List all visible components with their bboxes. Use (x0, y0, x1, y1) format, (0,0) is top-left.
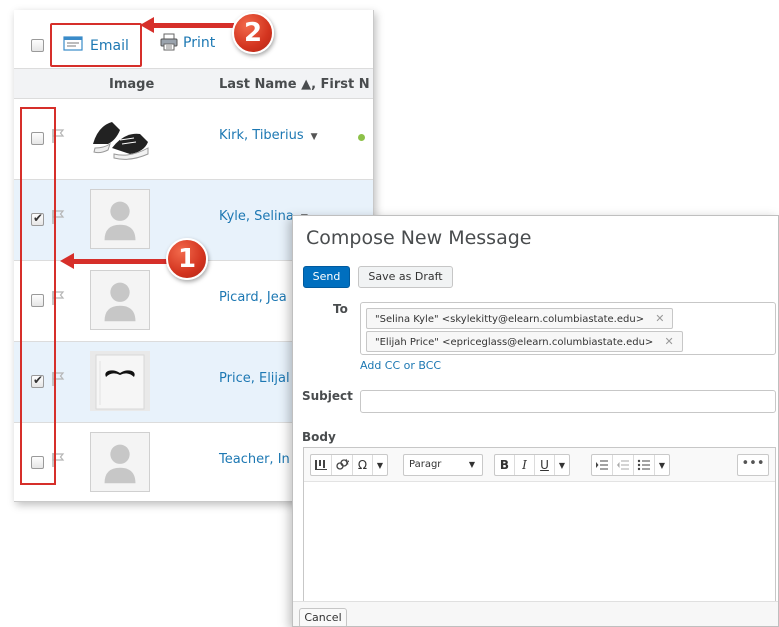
bold-button[interactable]: B (495, 455, 515, 475)
subject-label: Subject (302, 389, 353, 403)
callout-badge-2: 2 (232, 12, 274, 54)
dialog-footer: Cancel (293, 601, 778, 626)
editor-toolbar: Ω ▼ Paragr ▼ B I U ▼ ▼ ••• (304, 448, 775, 482)
bullet-list-icon[interactable] (634, 455, 655, 475)
classlist-toolbar: Email Print (14, 10, 373, 68)
chevron-down-icon[interactable]: ▼ (655, 455, 669, 475)
select-all-checkbox[interactable] (31, 39, 44, 52)
underline-button[interactable]: U (535, 455, 555, 475)
student-name-link[interactable]: Kirk, Tiberius ▼ (219, 128, 318, 143)
callout-badge-1: 1 (166, 238, 208, 280)
list-indent-group: ▼ (591, 454, 670, 476)
body-label: Body (302, 430, 336, 444)
send-button[interactable]: Send (303, 266, 350, 288)
insert-symbol-icon[interactable]: Ω (353, 455, 373, 475)
more-actions-icon[interactable]: ••• (737, 454, 769, 476)
email-button[interactable]: Email (50, 23, 142, 67)
to-field[interactable]: "Selina Kyle" <skylekitty@elearn.columbi… (360, 302, 776, 355)
table-header: Image Last Name ▲, First N (14, 68, 373, 99)
paragraph-format-select[interactable]: Paragr ▼ (403, 454, 483, 476)
save-draft-button[interactable]: Save as Draft (358, 266, 453, 288)
cancel-button[interactable]: Cancel (299, 608, 347, 626)
online-status-dot (358, 134, 365, 141)
printer-icon (160, 33, 178, 51)
indent-icon[interactable] (592, 455, 613, 475)
subject-input[interactable] (360, 390, 776, 413)
dialog-title: Compose New Message (306, 227, 532, 249)
arrow-1-line (72, 259, 168, 264)
text-style-group: B I U ▼ (494, 454, 570, 476)
email-icon (63, 36, 83, 51)
context-menu-caret[interactable]: ▼ (311, 132, 318, 142)
profile-placeholder-icon (90, 189, 150, 249)
table-row: Kirk, Tiberius ▼ (14, 99, 373, 180)
remove-recipient-icon[interactable]: ✕ (664, 335, 673, 348)
profile-photo-mustache (90, 351, 150, 411)
outdent-icon[interactable] (613, 455, 634, 475)
print-label: Print (183, 35, 216, 51)
student-name-link[interactable]: Price, Elijal (219, 371, 290, 386)
profile-placeholder-icon (90, 432, 150, 492)
arrow-2-line (152, 23, 234, 28)
insert-tools-group: Ω ▼ (310, 454, 388, 476)
add-cc-bcc-link[interactable]: Add CC or BCC (360, 359, 441, 372)
recipient-address: "Elijah Price" <epriceglass@elearn.colum… (375, 337, 654, 348)
insert-stuff-icon[interactable] (311, 455, 332, 475)
remove-recipient-icon[interactable]: ✕ (655, 312, 664, 325)
checkbox-highlight-box (20, 107, 56, 485)
to-label: To (333, 302, 348, 316)
chevron-down-icon: ▼ (468, 460, 475, 469)
student-name-link[interactable]: Picard, Jea (219, 290, 287, 305)
column-header-name[interactable]: Last Name ▲, First N (219, 77, 370, 92)
profile-placeholder-icon (90, 270, 150, 330)
student-name-link[interactable]: Teacher, In (219, 452, 290, 467)
chevron-down-icon[interactable]: ▼ (555, 455, 569, 475)
italic-button[interactable]: I (515, 455, 535, 475)
profile-photo-sneakers (90, 108, 150, 168)
recipient-chip: "Elijah Price" <epriceglass@elearn.colum… (366, 331, 683, 352)
chevron-down-icon[interactable]: ▼ (373, 455, 387, 475)
recipient-address: "Selina Kyle" <skylekitty@elearn.columbi… (375, 314, 645, 325)
column-header-image: Image (109, 77, 155, 92)
recipient-chip: "Selina Kyle" <skylekitty@elearn.columbi… (366, 308, 674, 329)
compose-dialog: Compose New Message Send Save as Draft T… (292, 215, 779, 627)
email-label: Email (90, 38, 129, 54)
body-editor[interactable]: Ω ▼ Paragr ▼ B I U ▼ ▼ ••• (303, 447, 776, 626)
insert-quicklink-icon[interactable] (332, 455, 353, 475)
